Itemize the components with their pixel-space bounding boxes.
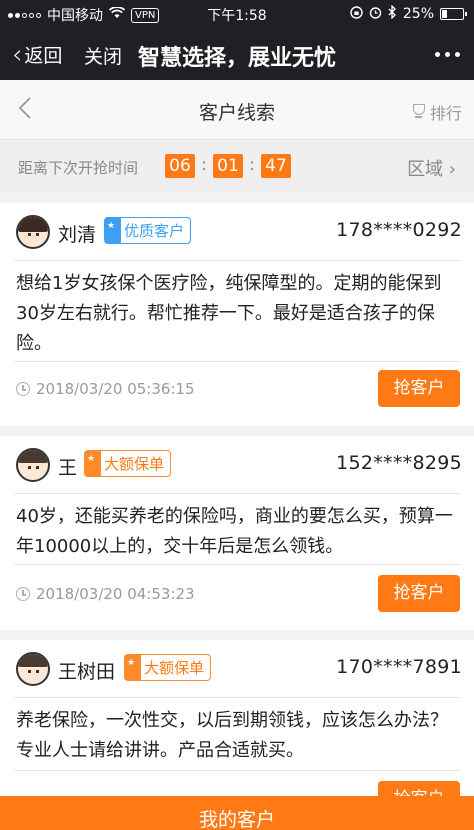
countdown-separator: : bbox=[249, 155, 255, 175]
badge-label: 大额保单 bbox=[104, 455, 165, 473]
countdown-bar: 距离下次开抢时间 06 : 01 : 47 区域 › bbox=[0, 141, 474, 193]
alarm-icon bbox=[369, 6, 382, 23]
divider bbox=[14, 361, 460, 362]
app-title: 智慧选择，展业无忧 bbox=[137, 46, 336, 71]
countdown-separator: : bbox=[201, 155, 207, 175]
ribbon-icon bbox=[85, 451, 101, 476]
avatar bbox=[16, 448, 50, 482]
rotation-lock-icon bbox=[350, 5, 363, 23]
clock-icon bbox=[16, 587, 30, 601]
rank-label: 排行 bbox=[429, 104, 462, 123]
customer-name: 王 bbox=[58, 457, 78, 479]
bluetooth-icon bbox=[388, 4, 397, 23]
my-customers-button[interactable]: 我的客户 bbox=[0, 796, 474, 830]
divider bbox=[14, 564, 460, 565]
lead-timestamp: 2018/03/20 04:53:23 bbox=[16, 585, 195, 603]
rank-button[interactable]: 排行 bbox=[412, 100, 462, 124]
grab-customer-button[interactable]: 抢客户 bbox=[378, 575, 460, 612]
avatar bbox=[16, 652, 50, 686]
phone-number: 152****8295 bbox=[336, 452, 462, 474]
divider bbox=[14, 697, 460, 698]
customer-name: 王树田 bbox=[58, 661, 116, 683]
divider bbox=[14, 493, 460, 494]
phone-number: 178****0292 bbox=[336, 219, 462, 241]
customer-name: 刘清 bbox=[58, 224, 97, 246]
status-badge: 大额保单 bbox=[84, 450, 172, 477]
status-badge: 优质客户 bbox=[104, 217, 192, 244]
timestamp-label: 2018/03/20 04:53:23 bbox=[36, 585, 195, 603]
lead-header: 刘清 优质客户 178****0292 bbox=[0, 203, 474, 261]
status-bar: 中国移动 VPN 下午1:58 25% bbox=[0, 0, 474, 28]
lead-header: 王 大额保单 152****8295 bbox=[0, 436, 474, 494]
ribbon-icon bbox=[105, 218, 121, 243]
countdown-minutes: 01 bbox=[213, 154, 243, 178]
phone-number: 170****7891 bbox=[336, 656, 462, 678]
battery-icon bbox=[440, 8, 467, 20]
timestamp-label: 2018/03/20 05:36:15 bbox=[36, 380, 195, 398]
countdown-label: 距离下次开抢时间 bbox=[18, 159, 139, 177]
countdown-hours: 06 bbox=[165, 154, 195, 178]
lead-header: 王树田 大额保单 170****7891 bbox=[0, 640, 474, 698]
grab-customer-button[interactable]: 抢客户 bbox=[378, 370, 460, 407]
status-right: 25% bbox=[350, 4, 467, 23]
badge-label: 大额保单 bbox=[144, 659, 205, 677]
avatar bbox=[16, 215, 50, 249]
region-label: 区域 bbox=[407, 159, 444, 180]
divider bbox=[14, 770, 460, 771]
lead-card: 刘清 优质客户 178****0292 想给1岁女孩保个医疗险，纯保障型的。定期… bbox=[0, 203, 474, 426]
ribbon-icon bbox=[125, 655, 141, 680]
lead-description: 40岁，还能买养老的保险吗，商业的要怎么买，预算一年10000以上的，交十年后是… bbox=[16, 506, 453, 557]
region-filter[interactable]: 区域 › bbox=[407, 155, 456, 181]
lead-card: 王 大额保单 152****8295 40岁，还能买养老的保险吗，商业的要怎么买… bbox=[0, 436, 474, 630]
status-badge: 大额保单 bbox=[124, 654, 212, 681]
lead-timestamp: 2018/03/20 05:36:15 bbox=[16, 380, 195, 398]
lead-description: 养老保险，一次性交，以后到期领钱，应该怎么办法？专业人士请给讲讲。产品合适就买。 bbox=[16, 710, 448, 761]
battery-label: 25% bbox=[402, 6, 434, 22]
trophy-icon bbox=[412, 104, 426, 120]
chevron-right-icon: › bbox=[448, 159, 456, 180]
clock-icon bbox=[16, 382, 30, 396]
page-header: 客户线索 排行 bbox=[0, 80, 474, 140]
app-nav-bar: ‹ 返回 关闭 智慧选择，展业无忧 bbox=[0, 28, 474, 80]
lead-description: 想给1岁女孩保个医疗险，纯保障型的。定期的能保到30岁左右就行。帮忙推荐一下。最… bbox=[16, 273, 442, 354]
page-title: 客户线索 bbox=[198, 102, 275, 124]
countdown-seconds: 47 bbox=[261, 154, 291, 178]
divider bbox=[14, 260, 460, 261]
more-icon[interactable] bbox=[435, 52, 460, 57]
badge-label: 优质客户 bbox=[124, 222, 185, 240]
